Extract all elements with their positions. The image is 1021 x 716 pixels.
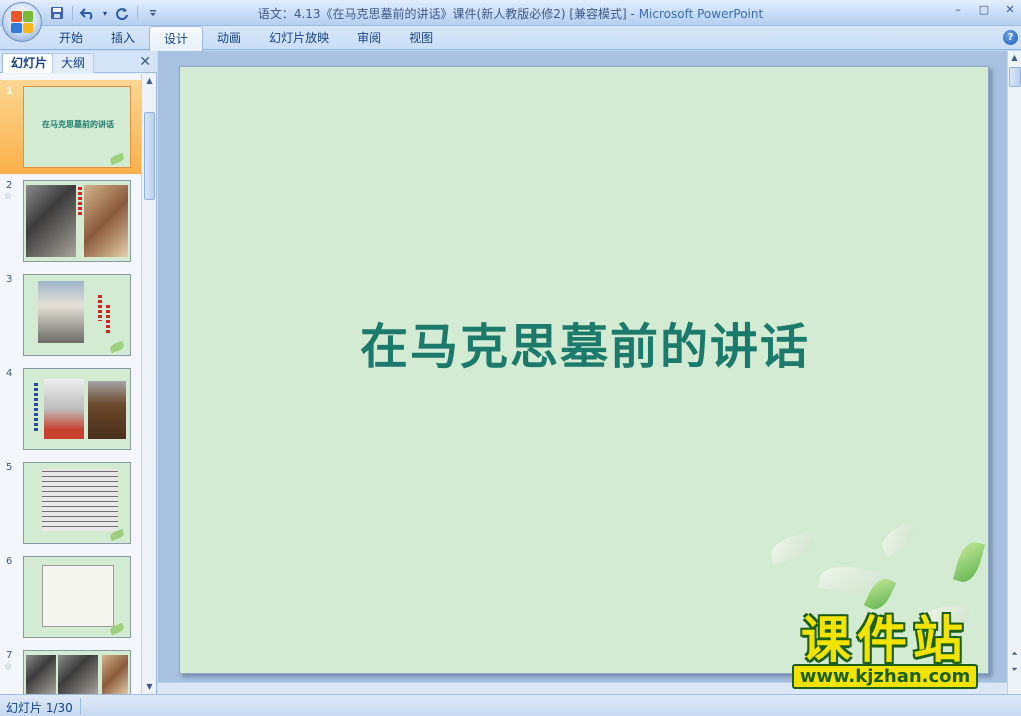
slide-scrollbar[interactable]: ▲ ⏶ ⏷: [1007, 51, 1021, 694]
slide-thumbnail[interactable]: 7 ☆: [0, 644, 141, 694]
scrollbar-thumb[interactable]: [144, 112, 155, 200]
tab-home[interactable]: 开始: [45, 26, 97, 50]
portrait-photo: [26, 655, 56, 694]
panel-tabs: 幻灯片 大纲 ✕: [0, 51, 157, 73]
slide-number: 1: [6, 86, 13, 97]
tab-slides[interactable]: 幻灯片: [2, 53, 57, 73]
current-slide[interactable]: 在马克思墓前的讲话: [179, 66, 989, 674]
slide-thumbnail-list[interactable]: 1 在马克思墓前的讲话 2 ☆ 3 4 5 6 7 ☆: [0, 74, 141, 694]
tab-animations[interactable]: 动画: [203, 26, 255, 50]
thumbnail-scrollbar[interactable]: ▲ ▼: [141, 74, 156, 694]
slide-number: 5: [6, 462, 13, 473]
portrait-painting: [102, 655, 128, 694]
ribbon: 开始 插入 设计 动画 幻灯片放映 审阅 视图 ?: [0, 26, 1021, 51]
slide-edit-area: 在马克思墓前的讲话: [158, 51, 1007, 694]
ribbon-tabs: 开始 插入 设计 动画 幻灯片放映 审阅 视图: [45, 26, 447, 51]
next-slide-icon[interactable]: ⏷: [1008, 663, 1021, 677]
slides-panel: 幻灯片 大纲 ✕ 1 在马克思墓前的讲话 2 ☆ 3 4 5 6 7 ☆ ▲ ▼: [0, 51, 157, 694]
scroll-up-icon[interactable]: ▲: [1008, 51, 1021, 65]
document-title: 语文：4.13《在马克思墓前的讲话》课件(新人教版必修2) [兼容模式]: [257, 7, 627, 21]
slide-number: 7: [6, 650, 13, 661]
help-icon: ?: [1007, 32, 1014, 43]
slide-thumbnail[interactable]: 1 在马克思墓前的讲话: [0, 80, 141, 174]
close-panel-icon[interactable]: ✕: [139, 54, 151, 70]
slide-thumbnail[interactable]: 3: [0, 268, 141, 362]
scroll-down-icon[interactable]: ▼: [142, 680, 157, 694]
thumbnail-preview: [23, 368, 131, 450]
thumbnail-preview: 在马克思墓前的讲话: [23, 86, 131, 168]
watermark-text: 课件站: [801, 611, 969, 669]
house-photo: [44, 379, 84, 439]
slide-counter: 幻灯片 1/30: [6, 701, 73, 715]
window-title: 语文：4.13《在马克思墓前的讲话》课件(新人教版必修2) [兼容模式] - M…: [0, 5, 1021, 22]
slide-number: 4: [6, 368, 13, 379]
office-button[interactable]: [2, 2, 42, 42]
leaf-decoration: [877, 521, 919, 557]
application-name: Microsoft PowerPoint: [638, 7, 764, 21]
slide-thumbnail[interactable]: 4: [0, 362, 141, 456]
vertical-text: [98, 295, 102, 321]
vertical-text: [106, 305, 110, 333]
slide-thumbnail[interactable]: 6: [0, 550, 141, 644]
tab-view[interactable]: 视图: [395, 26, 447, 50]
thumbnail-preview: [23, 556, 131, 638]
street-photo: [38, 281, 84, 343]
slide-thumbnail[interactable]: 5: [0, 456, 141, 550]
door-photo: [88, 381, 126, 439]
thumbnail-preview: [23, 462, 131, 544]
leaf-decoration: [952, 538, 986, 586]
slide-number: 3: [6, 274, 13, 285]
animation-star-icon: ☆: [4, 192, 13, 202]
window-controls: – □ ✕: [951, 3, 1017, 16]
previous-slide-icon[interactable]: ⏶: [1008, 647, 1021, 661]
manuscript-photo: [42, 469, 118, 531]
slide-number: 2: [6, 180, 13, 191]
slide-thumbnail[interactable]: 2 ☆: [0, 174, 141, 268]
office-logo-icon: [11, 11, 33, 33]
thumbnail-preview: [23, 274, 131, 356]
thumbnail-preview: [23, 650, 131, 694]
scroll-up-icon[interactable]: ▲: [142, 74, 157, 88]
watermark-url: www.kjzhan.com: [791, 664, 979, 689]
animation-star-icon: ☆: [4, 662, 13, 672]
leaf-decoration: [109, 340, 125, 354]
thumbnail-title: 在马克思墓前的讲话: [42, 120, 114, 129]
help-button[interactable]: ?: [1003, 30, 1018, 45]
leaf-decoration: [109, 152, 125, 166]
tab-design[interactable]: 设计: [149, 26, 204, 51]
leaf-decoration: [767, 531, 817, 565]
tab-review[interactable]: 审阅: [343, 26, 395, 50]
book-title-page: [42, 565, 114, 627]
watermark-logo: 课件站 www.kjzhan.com: [769, 612, 1001, 689]
status-divider: [80, 698, 81, 714]
portrait-photo: [26, 185, 76, 257]
portrait-painting: [84, 185, 128, 257]
scrollbar-thumb[interactable]: [1009, 67, 1021, 87]
maximize-button[interactable]: □: [977, 3, 991, 16]
tab-slide-show[interactable]: 幻灯片放映: [255, 26, 343, 50]
tab-outline[interactable]: 大纲: [52, 53, 95, 73]
thumbnail-preview: [23, 180, 131, 262]
portrait-photo: [58, 655, 98, 694]
title-bar: ▾ 语文：4.13《在马克思墓前的讲话》课件(新人教版必修2) [兼容模式] -…: [0, 0, 1021, 26]
vertical-text: [78, 187, 82, 217]
slide-number: 6: [6, 556, 13, 567]
minimize-button[interactable]: –: [951, 3, 965, 16]
slide-title[interactable]: 在马克思墓前的讲话: [180, 307, 988, 377]
vertical-text: [34, 383, 38, 431]
title-separator: -: [626, 7, 639, 21]
tab-insert[interactable]: 插入: [97, 26, 149, 50]
status-bar: 幻灯片 1/30: [0, 694, 1021, 716]
close-window-button[interactable]: ✕: [1003, 3, 1017, 16]
